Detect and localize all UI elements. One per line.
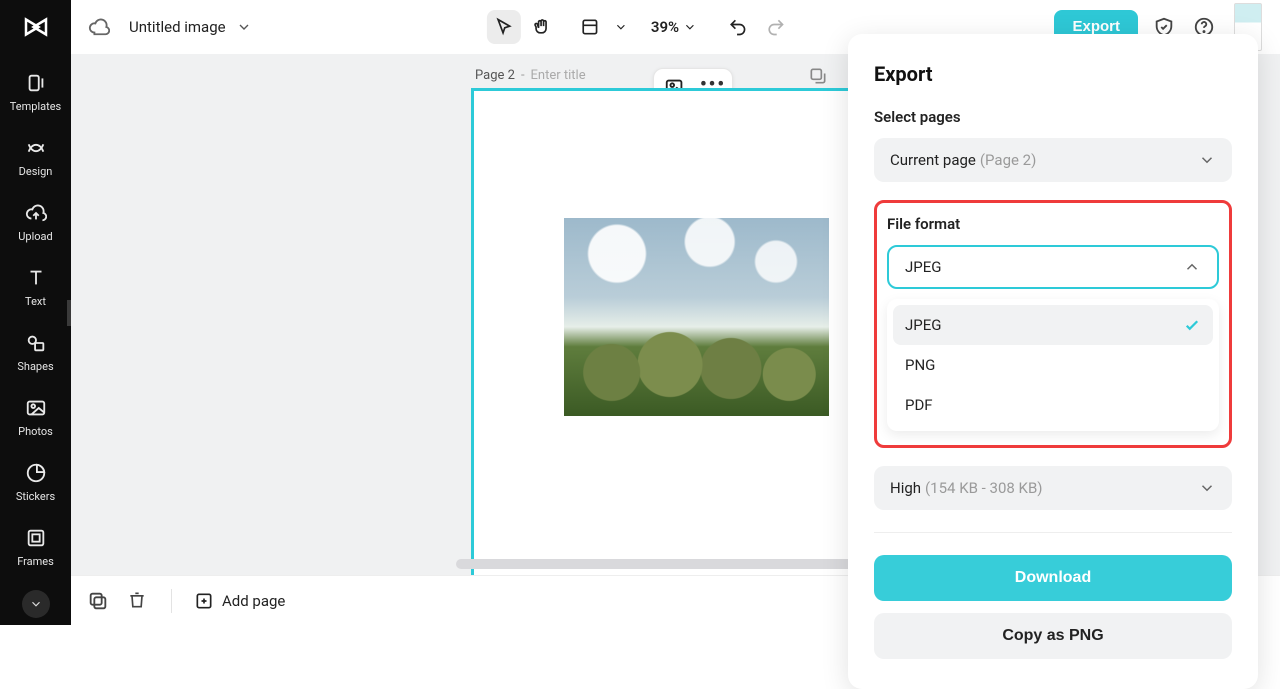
quality-dropdown[interactable]: High (154 KB - 308 KB): [874, 466, 1232, 510]
file-format-combobox[interactable]: JPEG: [887, 245, 1219, 289]
sidebar-item-label: Frames: [17, 555, 54, 568]
chevron-down-icon: [1198, 479, 1216, 497]
templates-icon: [25, 72, 47, 94]
shapes-icon: [25, 332, 47, 354]
sidebar-item-label: Stickers: [16, 490, 55, 503]
copy-as-png-button[interactable]: Copy as PNG: [874, 613, 1232, 659]
sidebar-item-label: Text: [25, 295, 46, 308]
zoom-control[interactable]: 39%: [645, 18, 697, 36]
download-button[interactable]: Download: [874, 555, 1232, 601]
left-rail: Templates Design Upload Text Shapes: [0, 0, 71, 625]
document-title-text: Untitled image: [129, 18, 226, 36]
sidebar-item-label: Photos: [18, 425, 53, 438]
file-format-label: File format: [887, 215, 1219, 233]
chevron-down-icon: [236, 19, 252, 35]
resize-chevron[interactable]: [611, 10, 631, 44]
file-format-value: JPEG: [905, 258, 941, 276]
horizontal-scrollbar[interactable]: [456, 559, 916, 569]
placed-photo[interactable]: [564, 218, 829, 416]
sidebar-item-label: Templates: [10, 100, 61, 113]
check-icon: [1183, 316, 1201, 334]
add-page-button[interactable]: Add page: [194, 591, 285, 611]
zoom-value: 39%: [651, 18, 679, 36]
upload-icon: [25, 202, 47, 224]
stickers-icon: [25, 462, 47, 484]
sidebar-item-label: Shapes: [17, 360, 53, 373]
sidebar-item-shapes[interactable]: Shapes: [0, 322, 71, 387]
sidebar-item-label: Design: [19, 165, 53, 178]
select-pages-value: Current page: [890, 151, 976, 169]
canvas-page[interactable]: [471, 88, 907, 575]
undo-button[interactable]: [721, 10, 755, 44]
delete-page-icon[interactable]: [127, 590, 149, 612]
quality-value: High: [890, 479, 921, 497]
sidebar-item-design[interactable]: Design: [0, 127, 71, 192]
file-format-options: JPEG PNG PDF: [887, 299, 1219, 431]
redo-button[interactable]: [759, 10, 793, 44]
chevron-up-icon: [1183, 258, 1201, 276]
frames-icon: [25, 527, 47, 549]
page-title-input[interactable]: Enter title: [531, 68, 586, 83]
file-format-highlight: File format JPEG JPEG PNG PDF: [874, 200, 1232, 448]
page-number: Page 2: [475, 68, 515, 83]
sidebar-item-templates[interactable]: Templates: [0, 62, 71, 127]
add-page-label: Add page: [222, 592, 285, 610]
file-format-option-pdf[interactable]: PDF: [893, 385, 1213, 425]
page-label: Page 2 - Enter title: [475, 68, 586, 83]
export-title: Export: [874, 62, 1232, 86]
sidebar-item-upload[interactable]: Upload: [0, 192, 71, 257]
photos-icon: [25, 397, 47, 419]
chevron-down-icon: [1198, 151, 1216, 169]
select-pages-secondary: (Page 2): [980, 151, 1036, 169]
sidebar-item-frames[interactable]: Frames: [0, 517, 71, 582]
quality-secondary: (154 KB - 308 KB): [925, 479, 1042, 497]
file-format-option-png[interactable]: PNG: [893, 345, 1213, 385]
chevron-down-icon: [683, 20, 697, 34]
document-title[interactable]: Untitled image: [129, 18, 252, 36]
export-panel: Export Select pages Current page (Page 2…: [848, 34, 1258, 689]
resize-tool[interactable]: [573, 10, 607, 44]
select-pages-label: Select pages: [874, 108, 1232, 126]
add-page-icon: [194, 591, 214, 611]
sidebar-item-photos[interactable]: Photos: [0, 387, 71, 452]
sidebar-more-button[interactable]: [22, 590, 50, 618]
pointer-tool[interactable]: [487, 10, 521, 44]
duplicate-page-icon[interactable]: [87, 590, 109, 612]
expand-page-icon[interactable]: [808, 66, 830, 88]
select-pages-dropdown[interactable]: Current page (Page 2): [874, 138, 1232, 182]
sidebar-item-text[interactable]: Text: [0, 257, 71, 322]
sidebar-item-label: Upload: [18, 230, 52, 243]
file-format-option-jpeg[interactable]: JPEG: [893, 305, 1213, 345]
cloud-sync-icon[interactable]: [85, 13, 113, 41]
design-icon: [25, 137, 47, 159]
hand-tool[interactable]: [525, 10, 559, 44]
sidebar-item-stickers[interactable]: Stickers: [0, 452, 71, 517]
text-icon: [25, 267, 47, 289]
brand-logo: [19, 10, 53, 44]
